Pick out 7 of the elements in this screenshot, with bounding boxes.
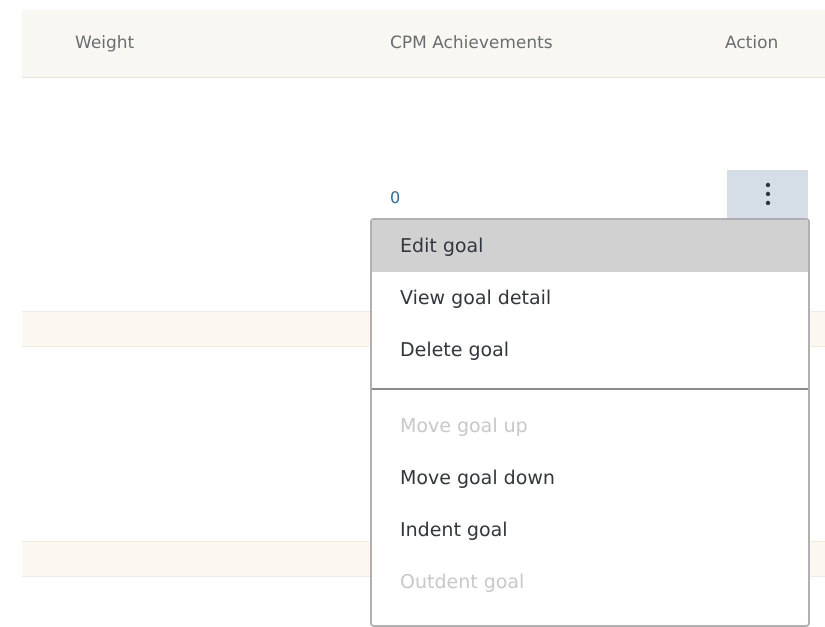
column-header: CPM Achievements [390, 32, 553, 53]
column-header: Weight [75, 32, 134, 53]
more-icon [764, 182, 770, 206]
table-cell-text: 0 [390, 187, 400, 209]
more-button[interactable] [727, 170, 808, 218]
column-header: Action [725, 32, 778, 53]
menu-item[interactable]: Edit goal [372, 220, 808, 272]
